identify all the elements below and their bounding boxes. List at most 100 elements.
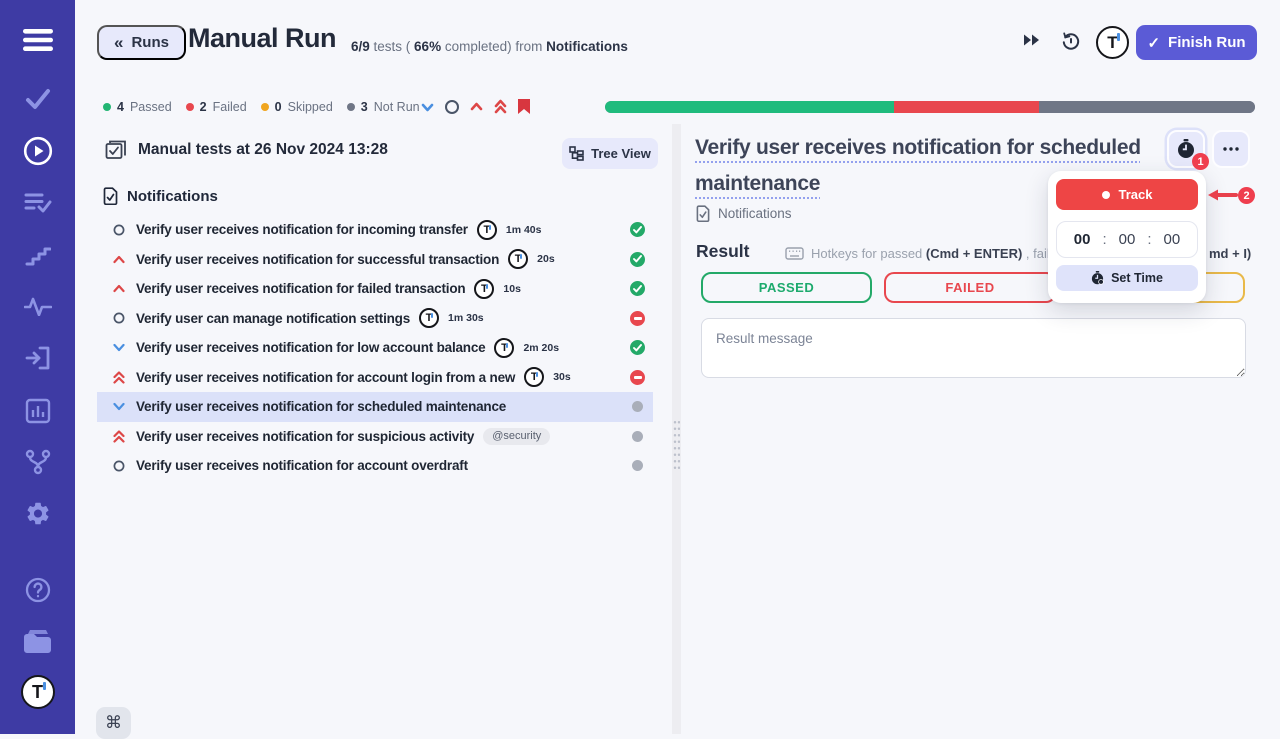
failed-count: 2Failed <box>186 100 247 114</box>
more-options-button[interactable] <box>1212 130 1250 168</box>
seconds-input[interactable]: 00 <box>1164 231 1181 248</box>
analytics-icon[interactable] <box>25 398 51 424</box>
suite-file-icon <box>696 205 710 222</box>
test-row-selected[interactable]: Verify user receives notification for sc… <box>97 392 653 422</box>
back-to-runs-button[interactable]: « Runs <box>97 25 186 60</box>
status-passed-icon <box>630 252 645 267</box>
status-notrun-icon <box>632 460 645 471</box>
hours-input[interactable]: 00 <box>1074 231 1091 248</box>
test-list: Verify user receives notification for in… <box>97 215 653 481</box>
priority-high-icon <box>111 255 127 264</box>
priority-normal-icon <box>111 460 127 472</box>
tree-view-icon <box>569 146 584 161</box>
priority-highest-icon <box>111 430 127 443</box>
run-progress-summary: 6/9 tests ( 66% completed) from Notifica… <box>351 39 628 54</box>
run-header: Manual tests at 26 Nov 2024 13:28 <box>105 139 388 160</box>
time-input-group: 00 : 00 : 00 <box>1056 221 1198 258</box>
annotation-arrow <box>1208 188 1238 202</box>
tree-view-button[interactable]: Tree View <box>562 138 658 169</box>
timer-popup: Track 00 : 00 : 00 Set Time <box>1048 171 1206 303</box>
test-row[interactable]: Verify user can manage notification sett… <box>97 304 653 334</box>
progress-passed <box>605 101 894 113</box>
pulse-icon[interactable] <box>24 296 52 316</box>
status-passed-icon <box>630 281 645 296</box>
settings-gear-icon[interactable] <box>24 500 51 527</box>
result-message-input[interactable] <box>701 318 1246 378</box>
command-hotkeys-button[interactable]: ⌘ <box>96 707 131 739</box>
test-row[interactable]: Verify user receives notification for lo… <box>97 333 653 363</box>
priority-low-icon <box>111 402 127 411</box>
testomat-badge-icon: T <box>477 220 497 240</box>
failed-dot-icon <box>186 103 194 111</box>
filter-bookmark-icon[interactable] <box>517 98 531 115</box>
drag-handle-icon[interactable] <box>673 419 680 471</box>
priority-low-icon <box>111 343 127 352</box>
page-title: Manual Run <box>188 23 336 54</box>
set-time-button[interactable]: Set Time <box>1056 265 1198 291</box>
branches-icon[interactable] <box>24 448 52 476</box>
testomat-badge-icon: T <box>474 279 494 299</box>
menu-icon[interactable] <box>23 28 53 52</box>
app-logo-icon[interactable]: T <box>21 675 55 709</box>
filter-priority-high-icon[interactable] <box>469 99 484 115</box>
timer-history-icon[interactable] <box>1061 31 1081 51</box>
status-failed-icon <box>630 370 645 385</box>
minutes-input[interactable]: 00 <box>1119 231 1136 248</box>
record-dot-icon <box>1102 191 1110 199</box>
notrun-count: 3Not Run <box>347 100 420 114</box>
testomat-badge-icon: T <box>494 338 514 358</box>
progress-failed <box>894 101 1038 113</box>
filter-priority-low-icon[interactable] <box>420 99 435 115</box>
annotation-badge-1: 1 <box>1192 153 1209 170</box>
annotation-badge-2: 2 <box>1238 187 1255 204</box>
test-row[interactable]: Verify user receives notification for su… <box>97 422 653 452</box>
filter-priority-normal-icon[interactable] <box>444 99 460 115</box>
result-section-label: Result <box>696 241 749 262</box>
stopwatch-gear-icon <box>1091 271 1104 285</box>
suite-header[interactable]: Notifications <box>103 187 218 205</box>
status-notrun-icon <box>632 401 645 412</box>
skipped-dot-icon <box>261 103 269 111</box>
suite-file-icon <box>103 187 118 205</box>
passed-count: 4Passed <box>103 100 172 114</box>
fast-forward-icon[interactable] <box>1023 34 1040 46</box>
notrun-dot-icon <box>347 103 355 111</box>
test-tag: @security <box>483 428 550 445</box>
tracker-logo-icon[interactable]: T <box>1096 26 1129 59</box>
checklist-icon[interactable] <box>24 191 52 215</box>
panel-resize-divider[interactable] <box>672 124 681 734</box>
sign-in-icon[interactable] <box>25 345 51 371</box>
testomat-badge-icon: T <box>419 308 439 328</box>
status-passed-icon <box>630 340 645 355</box>
test-row[interactable]: Verify user receives notification for su… <box>97 245 653 275</box>
sidebar: T <box>0 0 75 734</box>
priority-normal-icon <box>111 224 127 236</box>
test-row[interactable]: Verify user receives notification for ac… <box>97 451 653 481</box>
priority-filters <box>420 98 531 115</box>
check-icon: ✓ <box>1147 34 1160 52</box>
priority-high-icon <box>111 284 127 293</box>
help-icon[interactable] <box>25 577 51 603</box>
detail-suite-link[interactable]: Notifications <box>696 205 792 222</box>
status-failed-icon <box>630 311 645 326</box>
runs-play-icon[interactable] <box>23 136 53 166</box>
projects-folder-icon[interactable] <box>23 629 53 654</box>
priority-highest-icon <box>111 371 127 384</box>
tests-check-icon[interactable] <box>25 88 51 110</box>
finish-run-button[interactable]: ✓ Finish Run <box>1136 25 1257 60</box>
double-chevron-left-icon: « <box>114 33 123 53</box>
steps-icon[interactable] <box>25 243 51 267</box>
run-checklist-icon <box>105 139 127 160</box>
test-row[interactable]: Verify user receives notification for fa… <box>97 274 653 304</box>
passed-button[interactable]: PASSED <box>701 272 872 303</box>
hotkeys-hint: Hotkeys for passed (Cmd + ENTER) , faile… <box>785 246 1064 261</box>
track-button[interactable]: Track <box>1056 179 1198 210</box>
skipped-count: 0Skipped <box>261 100 333 114</box>
run-progress-bar <box>605 101 1255 113</box>
test-row[interactable]: Verify user receives notification for ac… <box>97 363 653 393</box>
test-row[interactable]: Verify user receives notification for in… <box>97 215 653 245</box>
failed-button[interactable]: FAILED <box>884 272 1056 303</box>
filter-priority-highest-icon[interactable] <box>493 98 508 115</box>
command-icon: ⌘ <box>105 713 122 732</box>
main-area: « Runs Manual Run 6/9 tests ( 66% comple… <box>75 0 1280 734</box>
